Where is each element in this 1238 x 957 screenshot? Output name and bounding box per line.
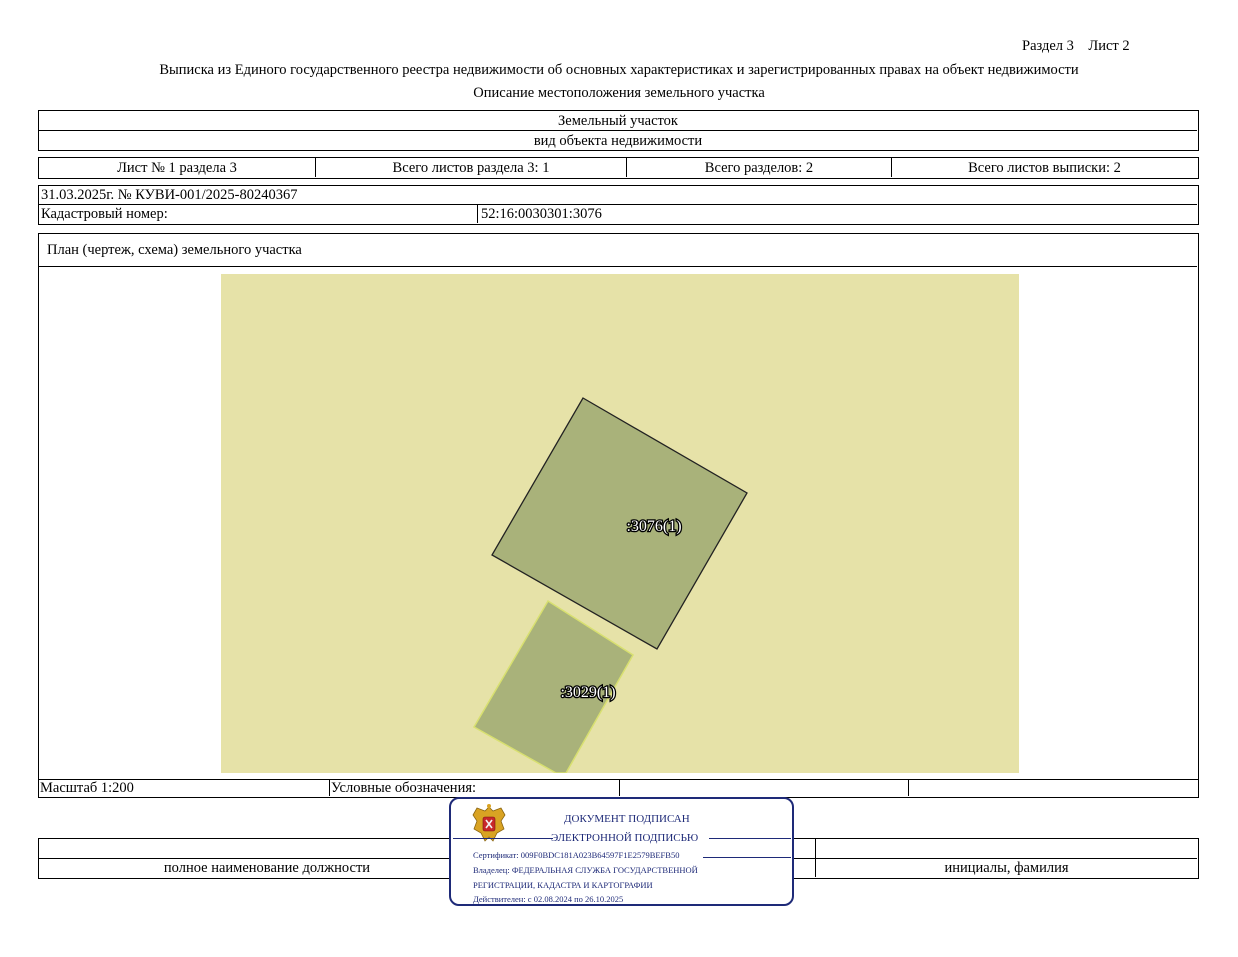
electronic-signature-stamp: ДОКУМЕНТ ПОДПИСАН ЭЛЕКТРОННОЙ ПОДПИСЬЮ С…: [449, 797, 794, 906]
position-caption: полное наименование должности: [163, 860, 371, 876]
stamp-owner-line-2: РЕГИСТРАЦИИ, КАДАСТРА И КАРТОГРАФИИ: [473, 880, 653, 890]
cadastral-number: 52:16:0030301:3076: [481, 206, 602, 222]
extract-sheets-total: Всего листов выписки: 2: [968, 159, 1121, 176]
document-subtitle: Описание местоположения земельного участ…: [473, 85, 765, 101]
cadastral-table: 31.03.2025г. № КУВИ-001/2025-80240367 Ка…: [38, 185, 1199, 225]
scale-label: Масштаб 1:200: [40, 780, 134, 796]
object-name: Земельный участок: [558, 113, 678, 129]
legend-label: Условные обозначения:: [331, 780, 477, 796]
object-type-table: Земельный участок вид объекта недвижимос…: [38, 110, 1199, 151]
section-sheets-total: Всего листов раздела 3: 1: [392, 159, 550, 176]
plan-title: План (чертеж, схема) земельного участка: [47, 242, 302, 258]
section-sheet-label: Раздел 3 Лист 2: [1022, 38, 1130, 54]
object-kind-caption: вид объекта недвижимости: [533, 132, 703, 149]
stamp-validity: Действителен: с 02.08.2024 по 26.10.2025: [473, 894, 624, 904]
stamp-owner-line-1: Владелец: ФЕДЕРАЛЬНАЯ СЛУЖБА ГОСУДАРСТВЕ…: [473, 865, 698, 875]
date-number: 31.03.2025г. № КУВИ-001/2025-80240367: [41, 187, 298, 203]
stamp-line-2: ЭЛЕКТРОННОЙ ПОДПИСЬЮ: [551, 832, 699, 844]
plan-map: :3076(1) :3029(1): [221, 274, 1019, 773]
cadastral-label: Кадастровый номер:: [41, 206, 168, 222]
sheet-number: Лист № 1 раздела 3: [117, 159, 237, 176]
legend-row: Масштаб 1:200 Условные обозначения:: [38, 779, 1199, 798]
name-caption: инициалы, фамилия: [944, 860, 1069, 876]
parcel-3076-label: :3076(1): [626, 518, 681, 535]
sections-total: Всего разделов: 2: [704, 159, 814, 176]
parcel-3029-label: :3029(1): [560, 684, 615, 701]
document-title: Выписка из Единого государственного реес…: [159, 62, 1079, 78]
sheets-row: Лист № 1 раздела 3 Всего листов раздела …: [38, 157, 1199, 179]
stamp-line-1: ДОКУМЕНТ ПОДПИСАН: [564, 813, 690, 825]
stamp-certificate: Сертификат: 009F0BDC181A023B64597F1E2579…: [473, 850, 680, 860]
